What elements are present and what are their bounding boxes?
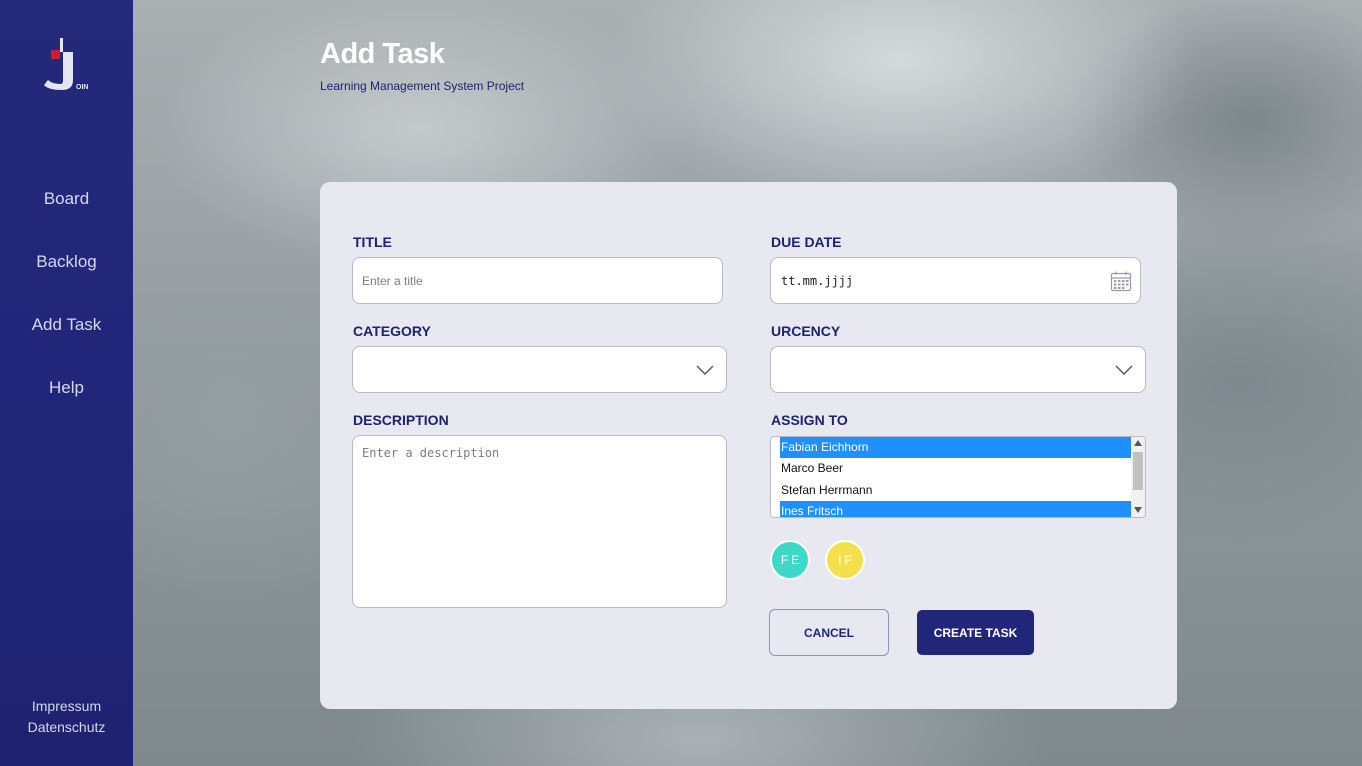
chevron-down-icon (696, 365, 714, 375)
category-label: CATEGORY (353, 323, 431, 339)
description-textarea[interactable] (352, 435, 727, 608)
due-date-value: tt.mm.jjjj (781, 274, 854, 288)
nav-item-help[interactable]: Help (0, 378, 133, 398)
category-select[interactable] (352, 346, 727, 393)
urgency-label: URCENCY (771, 323, 841, 339)
assign-to-listbox[interactable]: Fabian Eichhorn Marco Beer Stefan Herrma… (770, 436, 1146, 518)
description-label: DESCRIPTION (353, 412, 449, 428)
chevron-down-icon (1115, 365, 1133, 375)
calendar-icon[interactable] (1110, 270, 1132, 292)
scroll-down-arrow-icon[interactable] (1134, 507, 1142, 513)
due-date-input[interactable]: tt.mm.jjjj (770, 257, 1141, 304)
scroll-up-arrow-icon[interactable] (1134, 440, 1142, 446)
page-subtitle: Learning Management System Project (320, 79, 525, 93)
nav-item-add-task[interactable]: Add Task (0, 315, 133, 335)
create-task-button[interactable]: CREATE TASK (917, 610, 1034, 655)
assign-option-marco-beer[interactable]: Marco Beer (780, 458, 1132, 479)
assign-to-label: ASSIGN TO (771, 412, 848, 428)
nav-item-backlog[interactable]: Backlog (0, 252, 133, 272)
urgency-select[interactable] (770, 346, 1146, 393)
due-date-label: DUE DATE (771, 234, 842, 250)
impressum-link[interactable]: Impressum (0, 698, 133, 714)
scrollbar-thumb[interactable] (1133, 452, 1143, 490)
listbox-scrollbar[interactable] (1131, 437, 1145, 517)
join-logo[interactable]: OIN (40, 36, 92, 94)
avatar-fe[interactable]: FE (770, 540, 810, 580)
cancel-button[interactable]: CANCEL (769, 609, 889, 656)
sidebar: OIN Board Backlog Add Task Help Impressu… (0, 0, 133, 766)
datenschutz-link[interactable]: Datenschutz (0, 719, 133, 735)
logo-text: OIN (76, 84, 88, 91)
assign-option-stefan-herrmann[interactable]: Stefan Herrmann (780, 480, 1132, 501)
title-label: TITLE (353, 234, 392, 250)
title-input[interactable] (352, 257, 723, 304)
assign-option-ines-fritsch[interactable]: Ines Fritsch (780, 501, 1132, 517)
assign-option-fabian-eichhorn[interactable]: Fabian Eichhorn (780, 437, 1132, 458)
avatar-if[interactable]: IF (825, 540, 865, 580)
page-title: Add Task (320, 38, 445, 70)
nav-item-board[interactable]: Board (0, 189, 133, 209)
